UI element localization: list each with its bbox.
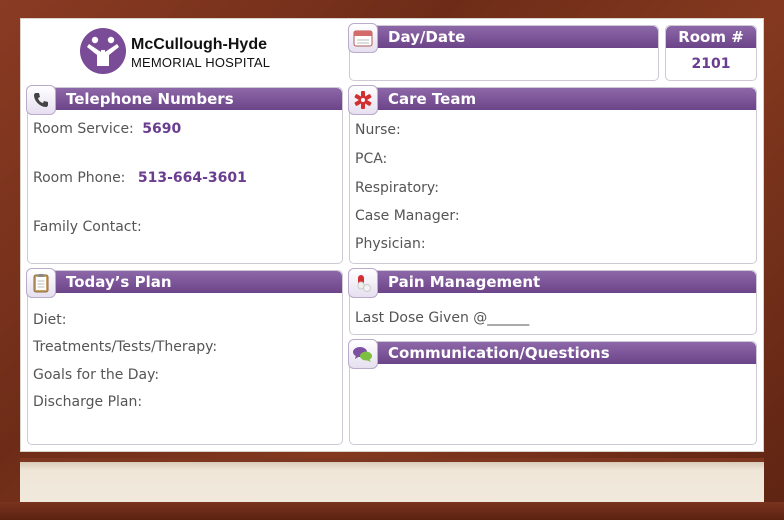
plan-treatments: Treatments/Tests/Therapy: bbox=[33, 339, 218, 355]
care-team-case-manager: Case Manager: bbox=[355, 208, 460, 224]
clipboard-icon bbox=[26, 268, 56, 298]
frame-bottom-rail bbox=[0, 502, 784, 520]
care-team-panel: Care Team Nurse: PCA: Respiratory: Case … bbox=[348, 85, 757, 264]
care-team-nurse: Nurse: bbox=[355, 122, 401, 138]
room-title: Room # bbox=[678, 28, 744, 46]
speech-bubbles-icon bbox=[348, 339, 378, 369]
day-date-title: Day/Date bbox=[388, 28, 466, 46]
todays-plan-header: Today’s Plan bbox=[28, 271, 342, 293]
telephone-header: Telephone Numbers bbox=[28, 88, 342, 110]
room-panel[interactable]: Room # 2101 bbox=[665, 25, 757, 81]
room-header: Room # bbox=[666, 26, 756, 48]
pill-icon bbox=[348, 268, 378, 298]
room-number: 2101 bbox=[691, 56, 731, 72]
room-phone-label: Room Phone: bbox=[33, 170, 126, 186]
family-contact-label: Family Contact: bbox=[33, 219, 142, 235]
marker-tray bbox=[20, 458, 764, 502]
calendar-icon bbox=[348, 23, 378, 53]
communication-title: Communication/Questions bbox=[388, 344, 610, 362]
todays-plan-panel: Today’s Plan Diet: Treatments/Tests/Ther… bbox=[26, 268, 343, 445]
care-team-header: Care Team bbox=[350, 88, 756, 110]
plan-diet: Diet: bbox=[33, 312, 67, 328]
phone-icon bbox=[26, 85, 56, 115]
telephone-title: Telephone Numbers bbox=[66, 90, 234, 108]
communication-panel[interactable]: Communication/Questions bbox=[348, 339, 757, 445]
communication-header: Communication/Questions bbox=[350, 342, 756, 364]
care-team-physician: Physician: bbox=[355, 236, 426, 252]
care-team-pca: PCA: bbox=[355, 151, 388, 167]
whiteboard: McCullough-Hyde MEMORIAL HOSPITAL Day/Da… bbox=[20, 18, 764, 452]
pain-management-panel: Pain Management Last Dose Given @______ bbox=[348, 268, 757, 335]
telephone-panel: Telephone Numbers Room Service: 5690 Roo… bbox=[26, 85, 343, 264]
pain-management-title: Pain Management bbox=[388, 273, 541, 291]
day-date-header: Day/Date bbox=[350, 26, 658, 48]
hospital-logo-icon bbox=[80, 28, 126, 74]
hospital-subtitle: MEMORIAL HOSPITAL bbox=[131, 55, 271, 70]
plan-discharge: Discharge Plan: bbox=[33, 394, 143, 410]
care-team-respiratory: Respiratory: bbox=[355, 180, 439, 196]
room-phone-value: 513-664-3601 bbox=[137, 170, 247, 186]
last-dose-given: Last Dose Given @______ bbox=[355, 310, 530, 326]
room-service-label: Room Service: bbox=[33, 121, 134, 137]
pain-management-header: Pain Management bbox=[350, 271, 756, 293]
medical-star-icon bbox=[348, 85, 378, 115]
day-date-panel[interactable]: Day/Date bbox=[348, 23, 659, 81]
room-service-value: 5690 bbox=[142, 121, 182, 137]
care-team-title: Care Team bbox=[388, 90, 477, 108]
plan-goals: Goals for the Day: bbox=[33, 367, 160, 383]
todays-plan-title: Today’s Plan bbox=[66, 273, 172, 291]
hospital-name: McCullough-Hyde bbox=[131, 36, 267, 53]
